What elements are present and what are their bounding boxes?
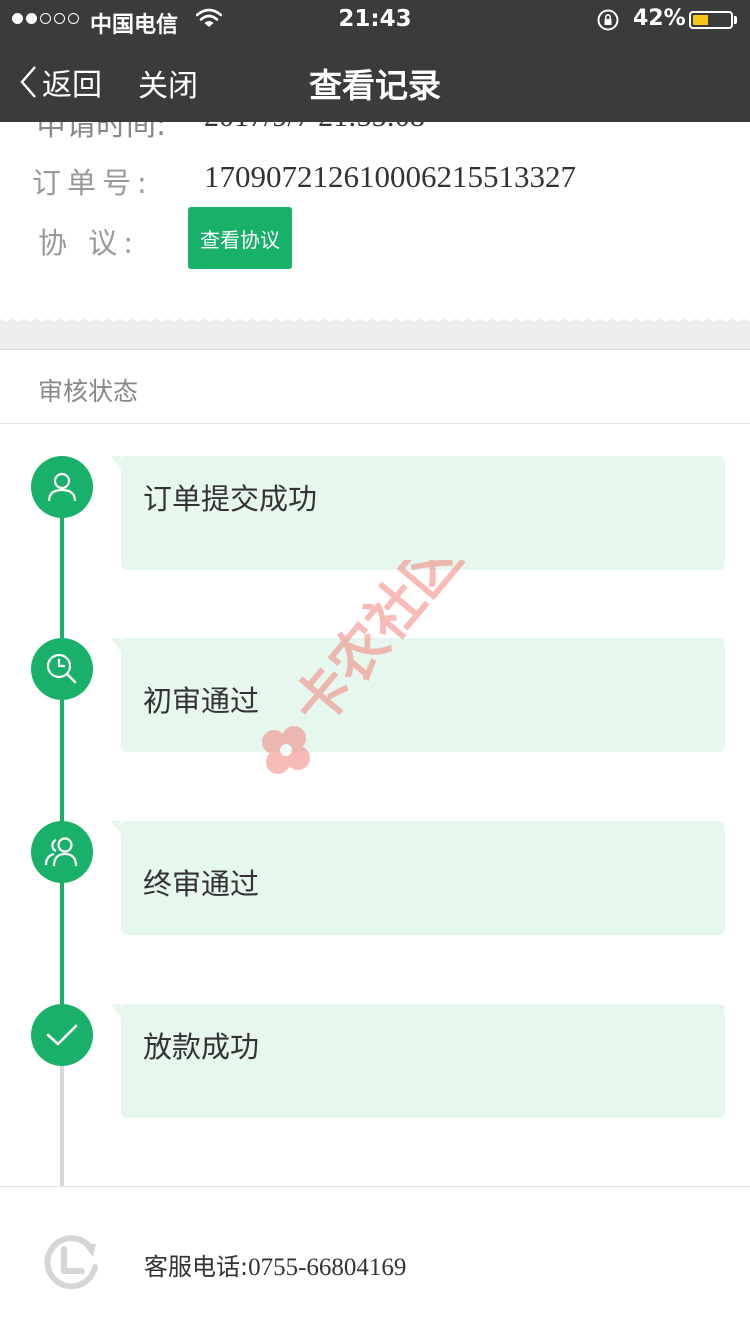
timeline-line-completed [60, 484, 64, 1066]
step-card: 初审通过 [111, 638, 725, 752]
section-divider [0, 318, 750, 350]
battery-icon [689, 11, 733, 29]
review-timeline: 订单提交成功 初审通过 终审通过 放款成功 [0, 424, 750, 1186]
customer-service-label: 客服电话:0755-66804169 [144, 1247, 406, 1282]
step-label: 初审通过 [143, 684, 260, 718]
step-2-icon-circle [31, 638, 93, 700]
battery-tip [734, 16, 737, 24]
review-status-header: 审核状态 [0, 350, 750, 424]
step-card: 订单提交成功 [111, 456, 725, 570]
step-label: 订单提交成功 [143, 482, 318, 516]
group-icon [44, 837, 78, 867]
battery-percent: 42% [633, 6, 686, 31]
view-agreement-button[interactable]: 查看协议 [188, 207, 292, 269]
clock-search-icon [46, 653, 77, 684]
step-card: 终审通过 [111, 821, 725, 935]
nav-bar: 返回 关闭 查看记录 [0, 40, 750, 122]
step-1-icon-circle [31, 456, 93, 518]
agreement-label: 协 议: [38, 226, 139, 260]
apply-time-label: 申请时间: [36, 122, 167, 143]
customer-service-footer: 客服电话:0755-66804169 [0, 1186, 750, 1334]
step-3-icon-circle [31, 821, 93, 883]
rotation-lock-icon [596, 8, 620, 36]
phone-number-link[interactable]: 0755-66804169 [248, 1254, 406, 1281]
timeline-line-remaining [60, 1066, 64, 1186]
phone-label: 客服电话: [144, 1253, 249, 1281]
step-label: 终审通过 [143, 867, 260, 901]
order-info-panel: 申请时间: 2017/9/7 21:55:08 订单号: 17090721261… [0, 122, 750, 318]
section-title: 审核状态 [38, 377, 139, 406]
step-4-icon-circle [31, 1004, 93, 1066]
order-number-label: 订单号: [32, 166, 153, 200]
status-bar: 中国电信 21:43 42% [0, 0, 750, 40]
step-label: 放款成功 [143, 1030, 260, 1064]
step-card: 放款成功 [111, 1004, 725, 1118]
user-icon [47, 472, 77, 502]
page-title: 查看记录 [309, 66, 441, 105]
apply-time-row: 申请时间: 2017/9/7 21:55:08 [36, 122, 425, 144]
order-number-value: 17090721261000621551332​7 [204, 159, 576, 194]
apply-time-value: 2017/9/7 21:55:08 [204, 122, 425, 134]
history-icon [38, 1231, 104, 1301]
check-icon [46, 1024, 78, 1046]
